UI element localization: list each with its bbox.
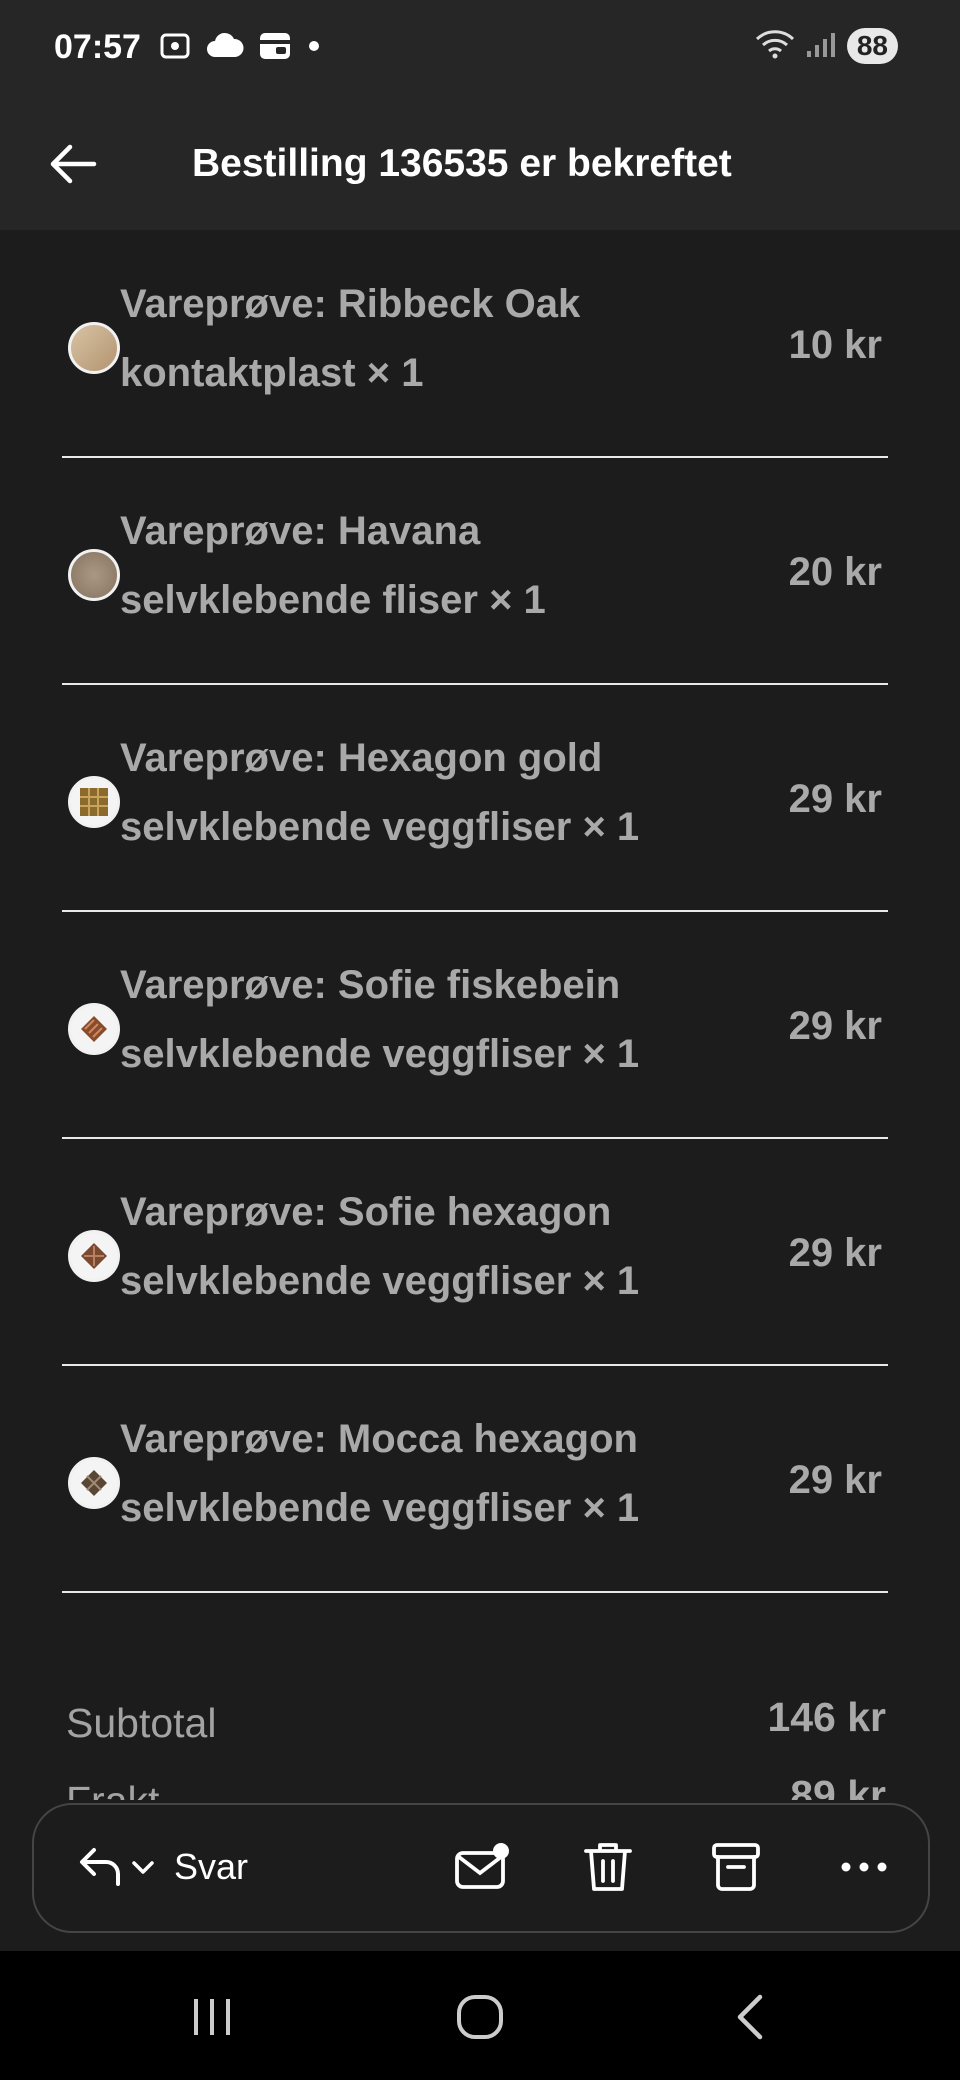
wallet-icon [258, 30, 292, 67]
item-name: Vareprøve: Sofie fiskebein selvklebende … [120, 963, 640, 1076]
product-thumbnail [68, 322, 120, 374]
item-name: Vareprøve: Mocca hexagon selvklebende ve… [120, 1417, 640, 1530]
page-title: Bestilling 136535 er bekreftet [192, 142, 732, 185]
order-item: Vareprøve: Ribbeck Oak kontaktplast × 1 … [62, 230, 888, 458]
trash-icon [584, 1843, 632, 1891]
arrow-left-icon [50, 144, 97, 184]
reply-button[interactable]: Svar [74, 1835, 248, 1899]
mark-unread-icon [455, 1843, 509, 1889]
item-price: 29 kr [788, 777, 882, 821]
delete-button[interactable] [582, 1835, 634, 1899]
item-price: 29 kr [788, 1004, 882, 1048]
item-name: Vareprøve: Hexagon gold selvklebende veg… [120, 736, 640, 849]
item-price: 29 kr [788, 1458, 882, 1502]
chevron-down-icon[interactable] [126, 1850, 160, 1884]
item-price: 20 kr [788, 550, 882, 594]
order-item: Vareprøve: Sofie hexagon selvklebende ve… [62, 1138, 888, 1366]
product-thumbnail [68, 1457, 120, 1509]
back-nav-button[interactable] [720, 1987, 780, 2047]
order-item: Vareprøve: Hexagon gold selvklebende veg… [62, 684, 888, 912]
archive-icon [712, 1843, 760, 1891]
screenshot-icon [158, 29, 192, 68]
status-time: 07:57 [54, 28, 141, 66]
dot-icon [306, 38, 322, 59]
wifi-icon [755, 29, 795, 64]
signal-icon [805, 29, 837, 64]
mail-toolbar: Svar [32, 1803, 930, 1933]
shipping-value: 89 kr [790, 1772, 886, 1800]
product-thumbnail [68, 1230, 120, 1282]
status-icons-right: 88 [755, 28, 898, 64]
order-item: Vareprøve: Mocca hexagon selvklebende ve… [62, 1365, 888, 1593]
reply-label: Svar [174, 1846, 249, 1887]
order-item: Vareprøve: Havana selvklebende fliser × … [62, 457, 888, 685]
recent-apps-button[interactable] [182, 1987, 242, 2047]
subtotal-value: 146 kr [767, 1694, 886, 1740]
item-price: 10 kr [788, 323, 882, 367]
product-thumbnail [68, 776, 120, 828]
shipping-label: Frakt [66, 1778, 159, 1800]
product-thumbnail [68, 549, 120, 601]
archive-button[interactable] [710, 1835, 762, 1899]
recent-apps-icon [194, 1999, 230, 2035]
back-icon [737, 1994, 763, 2040]
status-bar: 07:57 88 [0, 0, 960, 100]
home-button[interactable] [450, 1987, 510, 2047]
item-price: 29 kr [788, 1231, 882, 1275]
more-icon [841, 1862, 887, 1872]
item-name: Vareprøve: Havana selvklebende fliser × … [120, 509, 546, 622]
system-nav-bar [0, 1951, 960, 2080]
item-name: Vareprøve: Sofie hexagon selvklebende ve… [120, 1190, 640, 1303]
item-name: Vareprøve: Ribbeck Oak kontaktplast × 1 [120, 282, 581, 395]
back-button[interactable] [44, 134, 104, 194]
subtotal-label: Subtotal [66, 1700, 217, 1746]
more-button[interactable] [838, 1835, 890, 1899]
app-header: Bestilling 136535 er bekreftet [0, 100, 960, 230]
reply-icon [80, 1848, 120, 1886]
home-icon [457, 1995, 503, 2039]
status-icons-left [158, 28, 322, 68]
order-item: Vareprøve: Sofie fiskebein selvklebende … [62, 911, 888, 1139]
product-thumbnail [68, 1003, 120, 1055]
cloud-icon [206, 31, 244, 66]
mark-unread-button[interactable] [452, 1835, 512, 1899]
battery-icon: 88 [846, 28, 898, 64]
order-content[interactable]: Vareprøve: Ribbeck Oak kontaktplast × 1 … [0, 230, 960, 1800]
